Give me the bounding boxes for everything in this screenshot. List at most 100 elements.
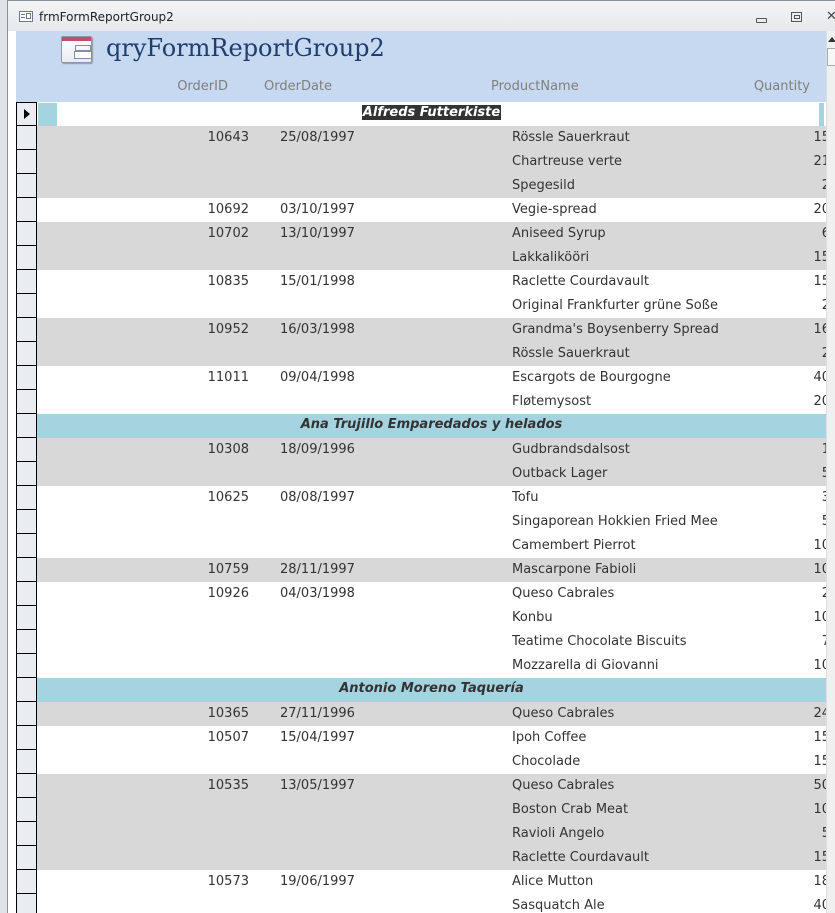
record-selector[interactable]	[16, 894, 37, 913]
record-selector[interactable]	[16, 222, 37, 246]
table-row[interactable]: Singaporean Hokkien Fried Mee 5	[16, 510, 826, 534]
record-selector[interactable]	[16, 414, 37, 438]
restore-button[interactable]	[790, 11, 804, 23]
product-name-cell: Alice Mutton	[512, 874, 594, 889]
row-body: 10625 08/08/1997 Tofu 3	[37, 486, 826, 510]
table-row[interactable]: 10573 19/06/1997 Alice Mutton 18	[16, 870, 826, 894]
table-row[interactable]: 10308 18/09/1996 Gudbrandsdalsost 1	[16, 438, 826, 463]
customer-name-text[interactable]: Ana Trujillo Emparedados y helados	[301, 417, 563, 432]
quantity-cell: 21	[813, 154, 826, 169]
table-row[interactable]: Chocolade 15	[16, 750, 826, 774]
table-row[interactable]: 10835 15/01/1998 Raclette Courdavault 15	[16, 270, 826, 294]
table-row[interactable]: Raclette Courdavault 15	[16, 846, 826, 871]
table-row[interactable]: 10643 25/08/1997 Rössle Sauerkraut 15	[16, 126, 826, 151]
form-body: qryFormReportGroup2 OrderID OrderDate Pr…	[16, 31, 826, 913]
record-selector[interactable]	[16, 798, 37, 822]
quantity-cell: 10	[813, 802, 826, 817]
scroll-thumb[interactable]	[827, 48, 835, 66]
scroll-up-arrow-icon[interactable]	[828, 37, 835, 42]
customer-name-text[interactable]: Antonio Moreno Taquería	[339, 681, 524, 696]
table-row[interactable]: 10952 16/03/1998 Grandma's Boysenberry Spr…	[16, 318, 826, 343]
table-row[interactable]: Lakkalikööri 15	[16, 246, 826, 271]
product-name-cell: Spegesild	[512, 178, 576, 193]
record-selector[interactable]	[16, 870, 37, 894]
table-row[interactable]: 10692 03/10/1997 Vegie-spread 20	[16, 198, 826, 222]
record-selector[interactable]	[16, 318, 37, 342]
record-selector[interactable]	[16, 846, 37, 870]
row-body: Konbu 10	[37, 606, 826, 630]
quantity-cell: 40	[813, 898, 826, 913]
record-selector[interactable]	[16, 750, 37, 774]
table-row[interactable]: Fløtemysost 20	[16, 390, 826, 414]
customer-name-text[interactable]: Alfreds Futterkiste	[361, 105, 502, 120]
close-button[interactable]: ✕	[826, 10, 835, 23]
product-name-cell: Original Frankfurter grüne Soße	[512, 298, 718, 313]
record-selector[interactable]	[16, 366, 37, 390]
table-row[interactable]: 10535 13/05/1997 Queso Cabrales 50	[16, 774, 826, 799]
table-row[interactable]: Teatime Chocolate Biscuits 7	[16, 630, 826, 654]
product-name-cell: Mascarpone Fabioli	[512, 562, 637, 577]
record-selector[interactable]	[16, 630, 37, 654]
group-header-row[interactable]: Ana Trujillo Emparedados y helados	[16, 414, 826, 438]
record-selector[interactable]	[16, 774, 37, 798]
record-selector[interactable]	[16, 534, 37, 558]
record-selector[interactable]	[16, 126, 37, 150]
window-title-bar[interactable]: frmFormReportGroup2 ✕	[8, 0, 835, 31]
row-body: 10835 15/01/1998 Raclette Courdavault 15	[37, 270, 826, 294]
table-row[interactable]: Rössle Sauerkraut 2	[16, 342, 826, 367]
row-body: Ravioli Angelo 5	[37, 822, 826, 847]
product-name-cell: Grandma's Boysenberry Spread	[512, 322, 719, 337]
record-selector[interactable]	[16, 174, 37, 198]
record-selector[interactable]	[16, 702, 37, 726]
record-selector[interactable]	[16, 102, 37, 126]
group-header-row[interactable]: Alfreds Futterkiste	[16, 102, 826, 126]
current-record-arrow-icon	[24, 109, 30, 119]
record-selector[interactable]	[16, 654, 37, 678]
table-row[interactable]: Camembert Pierrot 10	[16, 534, 826, 558]
quantity-cell: 50	[813, 778, 826, 793]
table-row[interactable]: Ravioli Angelo 5	[16, 822, 826, 847]
record-selector[interactable]	[16, 150, 37, 174]
table-row[interactable]: 10926 04/03/1998 Queso Cabrales 2	[16, 582, 826, 606]
table-row[interactable]: 11011 09/04/1998 Escargots de Bourgogne 40	[16, 366, 826, 390]
record-selector[interactable]	[16, 246, 37, 270]
record-selector[interactable]	[16, 582, 37, 606]
record-selector[interactable]	[16, 294, 37, 318]
record-selector[interactable]	[16, 462, 37, 486]
table-row[interactable]: Mozzarella di Giovanni 10	[16, 654, 826, 678]
row-body: 10926 04/03/1998 Queso Cabrales 2	[37, 582, 826, 606]
quantity-cell: 1	[821, 442, 826, 457]
record-selector[interactable]	[16, 678, 37, 702]
record-selector[interactable]	[16, 822, 37, 846]
vertical-scrollbar[interactable]	[826, 31, 835, 913]
quantity-cell: 24	[813, 706, 826, 721]
product-name-cell: Sasquatch Ale	[512, 898, 605, 913]
group-header: Antonio Moreno Taquería	[37, 678, 826, 702]
table-row[interactable]: 10507 15/04/1997 Ipoh Coffee 15	[16, 726, 826, 750]
record-selector[interactable]	[16, 558, 37, 582]
table-row[interactable]: 10625 08/08/1997 Tofu 3	[16, 486, 826, 510]
record-selector[interactable]	[16, 270, 37, 294]
record-selector[interactable]	[16, 390, 37, 414]
table-row[interactable]: Chartreuse verte 21	[16, 150, 826, 175]
record-selector[interactable]	[16, 606, 37, 630]
record-selector[interactable]	[16, 342, 37, 366]
table-row[interactable]: Sasquatch Ale 40	[16, 894, 826, 913]
group-header-row[interactable]: Antonio Moreno Taquería	[16, 678, 826, 702]
table-row[interactable]: Boston Crab Meat 10	[16, 798, 826, 823]
table-row[interactable]: Konbu 10	[16, 606, 826, 630]
quantity-cell: 20	[813, 202, 826, 217]
table-row[interactable]: 10759 28/11/1997 Mascarpone Fabioli 10	[16, 558, 826, 583]
minimize-button[interactable]	[755, 11, 769, 23]
table-row[interactable]: Spegesild 2	[16, 174, 826, 199]
table-row[interactable]: Outback Lager 5	[16, 462, 826, 487]
table-row[interactable]: 10365 27/11/1996 Queso Cabrales 24	[16, 702, 826, 727]
record-selector[interactable]	[16, 438, 37, 462]
product-name-cell: Ravioli Angelo	[512, 826, 605, 841]
record-selector[interactable]	[16, 486, 37, 510]
table-row[interactable]: Original Frankfurter grüne Soße 2	[16, 294, 826, 318]
record-selector[interactable]	[16, 198, 37, 222]
record-selector[interactable]	[16, 510, 37, 534]
table-row[interactable]: 10702 13/10/1997 Aniseed Syrup 6	[16, 222, 826, 247]
record-selector[interactable]	[16, 726, 37, 750]
